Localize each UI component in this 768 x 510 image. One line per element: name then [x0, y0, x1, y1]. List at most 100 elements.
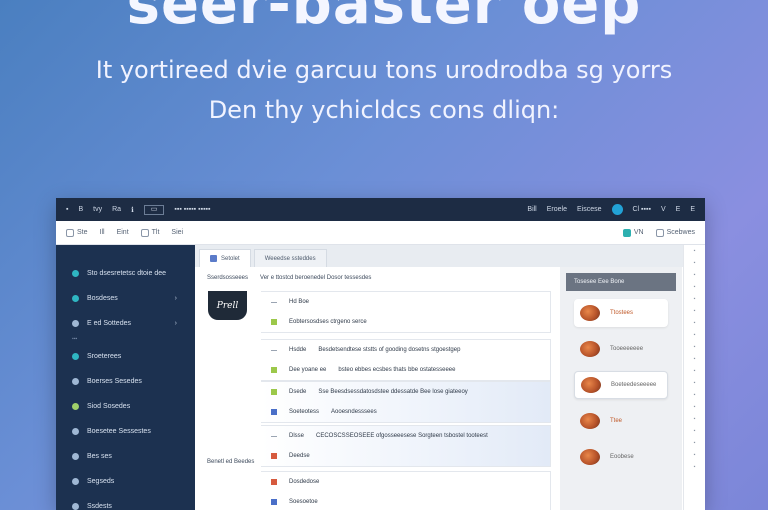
- panel-item-label: Boeteedeseeeee: [611, 382, 657, 388]
- globe-icon: [72, 478, 79, 485]
- avatar[interactable]: [611, 204, 623, 215]
- card-row: Hsdde Besdetsendtese ststts of gooding do…: [261, 340, 550, 360]
- toolbar-label: Ste: [77, 229, 88, 236]
- card-row: Eobtersosdses ctrgeno serce: [261, 312, 550, 332]
- scroll-tick: ▪: [693, 452, 696, 458]
- hero-subtitle: It yortireed dvie garcuu tons urodrodba …: [95, 56, 673, 84]
- titlebar-chip[interactable]: ▭: [143, 204, 165, 215]
- chevron-right-icon: ›: [174, 320, 177, 327]
- scrollbar[interactable]: ▪ ▪ ▪ ▪ ▪ ▪ ▪ ▪ ▪ ▪ ▪ ▪ ▪ ▪ ▪ ▪ ▪ ▪ ▪: [683, 245, 705, 510]
- scroll-tick: ▪: [693, 440, 696, 446]
- shield-icon: [72, 453, 79, 460]
- content-card[interactable]: Dosdedose Soesoetoe: [261, 471, 551, 510]
- breadcrumb-item[interactable]: Sserdsosseees: [207, 275, 248, 281]
- sidebar: Sto dsesretetsc dtoie dee Bosdeses › E ed…: [56, 245, 195, 510]
- main-content: Setolet Weeedse ssteddes Sserdsosseees V…: [195, 245, 683, 510]
- sidebar-item[interactable]: Sto dsesretetsc dtoie dee: [56, 261, 195, 286]
- titlebar-item[interactable]: tvy: [93, 206, 102, 213]
- titlebar-link[interactable]: Eiscese: [577, 206, 602, 213]
- content-card[interactable]: Dlsse CECOSCSSEOSEEE ofgosseeesese Sorgte…: [261, 425, 551, 467]
- row-label: Dee yoane ee: [289, 367, 327, 373]
- content-card[interactable]: Hsdde Besdetsendtese ststts of gooding do…: [261, 339, 551, 381]
- panel-item-label: Eoobese: [610, 454, 634, 460]
- food-thumbnail: [580, 449, 600, 465]
- card-row: Dosdedose: [261, 472, 550, 492]
- bulb-icon: [72, 403, 79, 410]
- toolbar-button[interactable]: Siei: [171, 229, 183, 236]
- scroll-tick: ▪: [693, 272, 696, 278]
- window-control[interactable]: V: [661, 206, 666, 213]
- sidebar-item[interactable]: Boesetee Sessestes: [56, 419, 195, 444]
- scroll-tick: ▪: [693, 416, 696, 422]
- section-label: Benetl ed Beedes: [207, 459, 255, 465]
- toolbar: Ste Ill Eint Tlt Siei VN Scebwes: [56, 221, 705, 245]
- sidebar-item[interactable]: Sroeterees: [56, 344, 195, 369]
- toolbar-button[interactable]: Ill: [100, 229, 105, 236]
- info-icon[interactable]: ℹ: [131, 206, 134, 214]
- blue-marker: [271, 409, 277, 415]
- content-card-highlighted[interactable]: Dsede Sse Beesdsessdatosdstee ddessatde B…: [261, 381, 551, 423]
- toolbar-button[interactable]: Tlt: [140, 228, 159, 237]
- titlebar-link[interactable]: Bill: [527, 206, 536, 213]
- globe-icon: [72, 503, 79, 510]
- panel-item[interactable]: Ttee: [574, 407, 668, 435]
- titlebar-link[interactable]: Eroele: [547, 206, 567, 213]
- sidebar-item[interactable]: Bes ses: [56, 444, 195, 469]
- sidebar-item[interactable]: Ssdests: [56, 494, 195, 510]
- panel-item[interactable]: Ttostees: [574, 299, 668, 327]
- toolbar-button[interactable]: Eint: [117, 229, 129, 236]
- tab-weeedse[interactable]: Weeedse ssteddes: [253, 249, 327, 267]
- toolbar-label: Ill: [99, 229, 105, 236]
- toolbar-button[interactable]: Scebwes: [655, 228, 695, 237]
- scroll-tick: ▪: [693, 308, 696, 314]
- toolbar-badge-button[interactable]: VN: [622, 228, 644, 237]
- sidebar-item[interactable]: Boerses Sesedes: [56, 369, 195, 394]
- sidebar-item-label: Bes ses: [87, 453, 112, 460]
- window-title: ▪▪▪ ▪▪▪▪▪ ▪▪▪▪▪: [174, 206, 211, 213]
- red-marker: [271, 479, 277, 485]
- sidebar-item[interactable]: Segseds: [56, 469, 195, 494]
- dash-marker: [271, 349, 277, 351]
- table-icon: [66, 228, 74, 237]
- row-label: Dsede: [289, 389, 307, 395]
- row-text: CECOSCSSEOSEEE ofgosseeesese Sorgteen ts…: [316, 433, 488, 439]
- green-marker: [271, 319, 277, 325]
- sidebar-item[interactable]: E ed Sottedes ›: [56, 311, 195, 336]
- sidebar-item-label: E ed Sottedes: [87, 320, 131, 327]
- green-marker: [271, 389, 277, 395]
- tab-setolet[interactable]: Setolet: [199, 249, 251, 267]
- titlebar-item[interactable]: Ra: [112, 206, 121, 213]
- toolbar-label: Eint: [116, 229, 129, 236]
- sidebar-item-label: Siod Sosedes: [87, 403, 131, 410]
- panel-item[interactable]: Eoobese: [574, 443, 668, 471]
- badge-icon: [622, 228, 631, 237]
- toolbar-label: Scebwes: [666, 229, 695, 236]
- breadcrumb-item[interactable]: Ver e ttostcd beroenedel Dosor tessesdes: [260, 275, 371, 281]
- dash-marker: [271, 301, 277, 303]
- content-card[interactable]: Hd Boe Eobtersosdses ctrgeno serce: [261, 291, 551, 333]
- pin-icon: [72, 378, 79, 385]
- titlebar-item[interactable]: ▪: [66, 206, 68, 213]
- leaf-icon: [72, 295, 79, 302]
- sidebar-item[interactable]: Bosdeses ›: [56, 286, 195, 311]
- toolbar-button[interactable]: Ste: [66, 228, 88, 237]
- hero-title: seer-baster oep: [126, 0, 642, 37]
- sidebar-separator: ▪▪▪: [72, 336, 78, 342]
- red-marker: [271, 453, 277, 459]
- toolbar-label: Siei: [171, 229, 184, 236]
- sidebar-item[interactable]: Siod Sosedes: [56, 394, 195, 419]
- user-name[interactable]: Cl ▪▪▪▪: [633, 206, 651, 213]
- row-label: Dlsse: [289, 433, 305, 439]
- panel-item[interactable]: Boeteedeseeeee: [574, 371, 668, 399]
- window-control[interactable]: E: [676, 206, 681, 213]
- dash-marker: [271, 435, 277, 437]
- right-panel: Tosesee Eee Bone Ttostees Tooeeeeeee Boe…: [560, 267, 682, 510]
- row-label: Eobtersosdses ctrgeno serce: [289, 319, 367, 325]
- sidebar-item-label: Bosdeses: [87, 295, 118, 302]
- window-control[interactable]: E: [690, 206, 695, 213]
- titlebar-item[interactable]: B: [78, 206, 83, 213]
- panel-item[interactable]: Tooeeeeeee: [574, 335, 668, 363]
- scroll-tick: ▪: [693, 248, 696, 254]
- panel-item-label: Ttee: [610, 418, 623, 424]
- scroll-tick: ▪: [693, 428, 696, 434]
